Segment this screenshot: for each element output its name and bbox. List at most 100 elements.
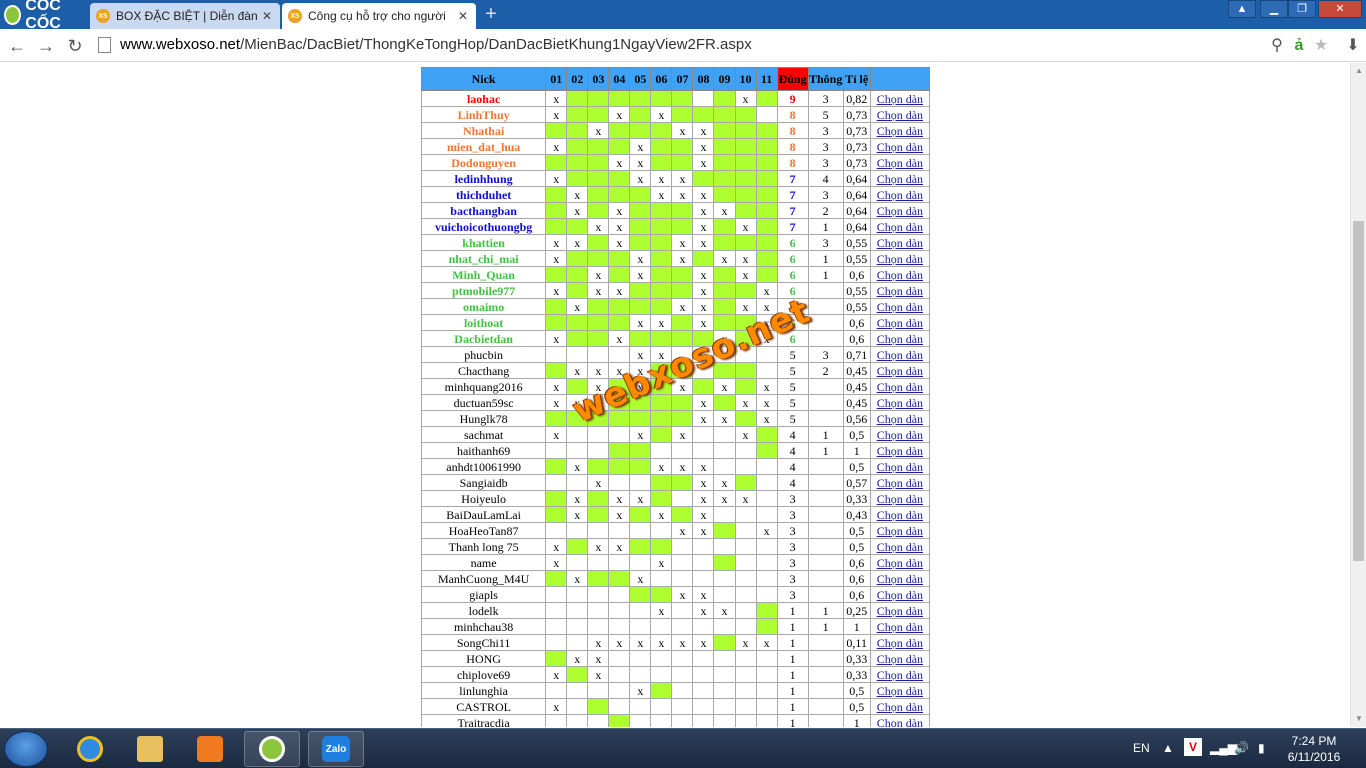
chon-dan-link[interactable]: Chọn dàn: [877, 684, 923, 698]
network-signal-icon[interactable]: ▂▄▆: [1210, 741, 1237, 755]
chon-dan-link[interactable]: Chọn dàn: [877, 220, 923, 234]
number-cell: x: [671, 234, 694, 251]
number-cell: [608, 714, 631, 727]
chon-dan-link[interactable]: Chọn dàn: [877, 300, 923, 314]
chon-dan-link[interactable]: Chọn dàn: [877, 396, 923, 410]
chon-dan-link[interactable]: Chọn dàn: [877, 492, 923, 506]
back-arrow-icon[interactable]: ←: [6, 35, 28, 57]
chon-dan-link[interactable]: Chọn dàn: [877, 604, 923, 618]
chon-dan-link[interactable]: Chọn dàn: [877, 652, 923, 666]
forward-arrow-icon[interactable]: →: [35, 35, 57, 57]
chon-dan-link[interactable]: Chọn dàn: [877, 284, 923, 298]
chon-dan-link[interactable]: Chọn dàn: [877, 460, 923, 474]
header-08: 08: [692, 67, 715, 91]
chon-dan-link[interactable]: Chọn dàn: [877, 540, 923, 554]
taskbar-clock[interactable]: 7:24 PM 6/11/2016: [1284, 733, 1344, 765]
chon-dan-link[interactable]: Chọn dàn: [877, 140, 923, 154]
table-row: mien_dat_hua x x x 8 3 0,73 Chọn dàn: [420, 138, 931, 155]
url-path: /MienBac/DacBiet/ThongKeTongHop/DanDacBi…: [240, 36, 752, 53]
vertical-scrollbar[interactable]: ▲ ▼: [1350, 63, 1366, 727]
chon-dan-link[interactable]: Chọn dàn: [877, 268, 923, 282]
taskbar-coccoc[interactable]: [244, 731, 300, 767]
number-cell: x: [713, 490, 736, 507]
chon-dan-link[interactable]: Chọn dàn: [877, 204, 923, 218]
chon-dan-link[interactable]: Chọn dàn: [877, 668, 923, 682]
chon-dan-link[interactable]: Chọn dàn: [877, 92, 923, 106]
volume-icon[interactable]: 🔊: [1234, 741, 1249, 755]
number-cell: [755, 426, 778, 443]
chon-dan-link[interactable]: Chọn dàn: [877, 572, 923, 586]
taskbar-ie[interactable]: [62, 731, 118, 767]
chon-dan-link[interactable]: Chọn dàn: [877, 188, 923, 202]
number-cell: [587, 490, 610, 507]
chon-dan-link[interactable]: Chọn dàn: [877, 380, 923, 394]
number-cell: [650, 250, 673, 267]
tab-close-icon[interactable]: ✕: [456, 9, 470, 23]
download-icon[interactable]: ⬇: [1342, 35, 1364, 57]
zoom-icon[interactable]: ⚲: [1266, 35, 1288, 57]
chon-dan-link[interactable]: Chọn dàn: [877, 316, 923, 330]
battery-icon[interactable]: ▮: [1258, 741, 1265, 755]
scroll-down-icon[interactable]: ▼: [1351, 711, 1366, 727]
user-menu-icon[interactable]: ▲: [1228, 0, 1256, 18]
nick-cell: sachmat: [420, 426, 547, 443]
chon-dan-link[interactable]: Chọn dàn: [877, 620, 923, 634]
chon-dan-link[interactable]: Chọn dàn: [877, 716, 923, 728]
number-cell: [629, 410, 652, 427]
header-11: 11: [755, 67, 778, 91]
chon-dan-link[interactable]: Chọn dàn: [877, 428, 923, 442]
chon-dan-link[interactable]: Chọn dàn: [877, 364, 923, 378]
chon-dan-link[interactable]: Chọn dàn: [877, 332, 923, 346]
reload-icon[interactable]: ↻: [64, 35, 86, 57]
language-indicator[interactable]: EN: [1133, 741, 1150, 755]
number-cell: [755, 138, 778, 155]
chon-dan-link[interactable]: Chọn dàn: [877, 108, 923, 122]
chon-dan-link[interactable]: Chọn dàn: [877, 556, 923, 570]
chon-dan-link[interactable]: Chọn dàn: [877, 476, 923, 490]
action-cell: Chọn dàn: [869, 442, 931, 459]
bookmark-star-icon[interactable]: ★: [1310, 35, 1332, 57]
action-cell: Chọn dàn: [869, 282, 931, 299]
tab-cong-cu[interactable]: XS Công cụ hỗ trợ cho người ✕: [282, 3, 476, 29]
chon-dan-link[interactable]: Chọn dàn: [877, 588, 923, 602]
chon-dan-link[interactable]: Chọn dàn: [877, 156, 923, 170]
close-window-icon[interactable]: ✕: [1318, 0, 1362, 18]
scrollbar-thumb[interactable]: [1353, 221, 1364, 561]
number-cell: [566, 330, 589, 347]
taskbar-zalo[interactable]: Zalo: [308, 731, 364, 767]
dung-cell: 1: [776, 714, 809, 727]
chon-dan-link[interactable]: Chọn dàn: [877, 124, 923, 138]
chon-dan-link[interactable]: Chọn dàn: [877, 636, 923, 650]
number-cell: [734, 682, 757, 699]
taskbar-media[interactable]: [182, 731, 238, 767]
url-host: www.webxoso.net: [120, 36, 241, 53]
number-cell: x: [587, 266, 610, 283]
chon-dan-link[interactable]: Chọn dàn: [877, 508, 923, 522]
chon-dan-link[interactable]: Chọn dàn: [877, 236, 923, 250]
dictionary-icon[interactable]: ả: [1288, 35, 1310, 57]
chon-dan-link[interactable]: Chọn dàn: [877, 348, 923, 362]
chon-dan-link[interactable]: Chọn dàn: [877, 700, 923, 714]
dung-cell: 4: [776, 442, 809, 459]
chon-dan-link[interactable]: Chọn dàn: [877, 412, 923, 426]
minimize-icon[interactable]: ▁: [1260, 0, 1288, 18]
thong-cell: [807, 554, 844, 571]
tab-close-icon[interactable]: ✕: [260, 9, 274, 23]
chon-dan-link[interactable]: Chọn dàn: [877, 172, 923, 186]
antivirus-icon[interactable]: V: [1184, 738, 1202, 756]
taskbar-explorer[interactable]: [122, 731, 178, 767]
number-cell: x: [734, 90, 757, 107]
chon-dan-link[interactable]: Chọn dàn: [877, 252, 923, 266]
tab-box-dac-biet[interactable]: XS BOX ĐẶC BIỆT | Diễn đàn ✕: [90, 3, 280, 29]
number-cell: [650, 266, 673, 283]
chon-dan-link[interactable]: Chọn dàn: [877, 444, 923, 458]
number-cell: [650, 490, 673, 507]
coccoc-logo[interactable]: CỐC CỐC: [0, 0, 88, 32]
start-button[interactable]: [4, 731, 48, 767]
maximize-icon[interactable]: ❐: [1288, 0, 1316, 18]
scroll-up-icon[interactable]: ▲: [1351, 63, 1366, 79]
address-bar[interactable]: www.webxoso.net/MienBac/DacBiet/ThongKeT…: [120, 36, 752, 53]
new-tab-plus-icon[interactable]: +: [481, 4, 501, 24]
chon-dan-link[interactable]: Chọn dàn: [877, 524, 923, 538]
show-hidden-icons-icon[interactable]: ▲: [1162, 741, 1174, 755]
